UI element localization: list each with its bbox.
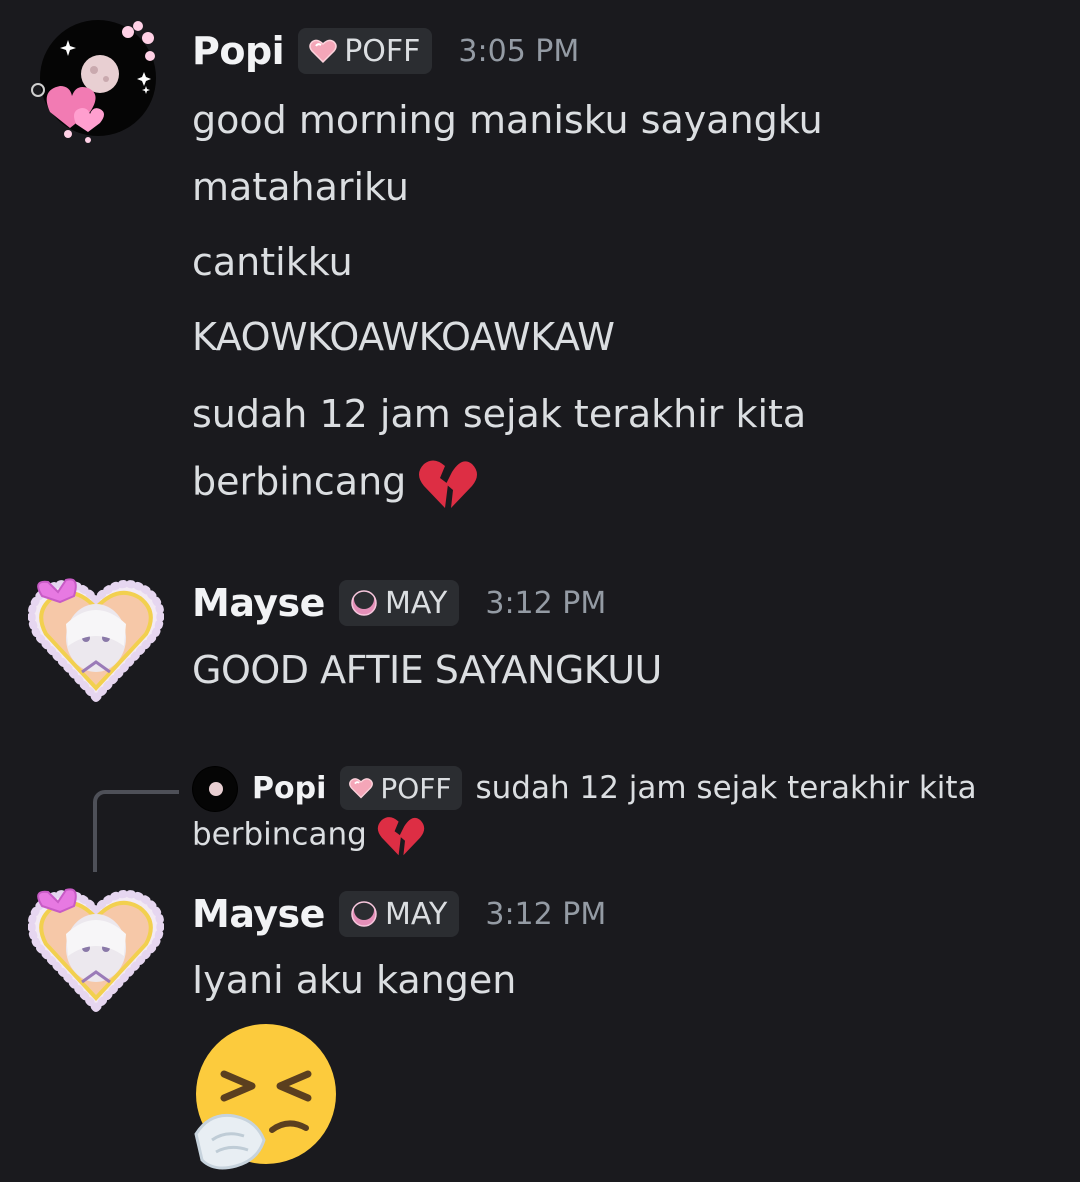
role-tag-label: MAY	[384, 585, 448, 621]
message-text: sudah 12 jam sejak terakhir kita	[192, 392, 807, 436]
pink-heart-icon	[309, 39, 337, 64]
reply-author-avatar[interactable]	[192, 766, 238, 812]
reply-preview-text: berbincang	[192, 816, 367, 853]
timestamp[interactable]: 3:12 PM	[485, 586, 606, 621]
crescent-moon-icon	[351, 900, 377, 927]
message-header: Mayse MAY 3:12 PM	[192, 891, 606, 937]
reply-preview-text: sudah 12 jam sejak terakhir kita	[475, 770, 977, 806]
message-text-with-emoji: berbincang	[192, 458, 478, 510]
broken-heart-icon	[419, 460, 478, 508]
role-tag-label: POFF	[344, 33, 421, 69]
pink-heart-icon	[349, 778, 374, 799]
popi-avatar[interactable]	[28, 16, 164, 152]
message-text: berbincang	[192, 459, 407, 504]
timestamp[interactable]: 3:05 PM	[458, 34, 579, 69]
crescent-moon-icon	[351, 589, 377, 616]
message-text: Iyani aku kangen	[192, 958, 517, 1002]
message-header: Popi POFF 3:05 PM	[192, 28, 579, 74]
broken-heart-icon	[377, 817, 424, 856]
role-tag[interactable]: MAY	[338, 580, 460, 626]
username[interactable]: Popi	[192, 29, 285, 73]
reply-preview-text-continued[interactable]: berbincang	[192, 815, 425, 857]
message-text: matahariku	[192, 165, 409, 209]
message-text: good morning manisku sayangku	[192, 98, 823, 142]
reply-role-tag: POFF	[340, 766, 462, 810]
username[interactable]: Mayse	[192, 892, 325, 936]
mayse-avatar[interactable]	[27, 566, 165, 704]
sneezing-face-icon[interactable]	[190, 1022, 340, 1172]
reply-role-tag-label: POFF	[380, 771, 452, 805]
role-tag-label: MAY	[384, 896, 448, 932]
username[interactable]: Mayse	[192, 581, 325, 625]
message-text: cantikku	[192, 240, 353, 284]
timestamp[interactable]: 3:12 PM	[485, 897, 606, 932]
role-tag[interactable]: POFF	[298, 28, 433, 74]
mayse-avatar[interactable]	[27, 876, 165, 1014]
reply-preview[interactable]: Popi POFF sudah 12 jam sejak terakhir ki…	[252, 766, 977, 810]
message-header: Mayse MAY 3:12 PM	[192, 580, 606, 626]
role-tag[interactable]: MAY	[338, 891, 460, 937]
reply-spine	[93, 790, 179, 872]
message-text: KAOWKOAWKOAWKAW	[192, 315, 615, 359]
message-text: GOOD AFTIE SAYANGKUU	[192, 648, 662, 692]
reply-author-name[interactable]: Popi	[252, 771, 326, 806]
